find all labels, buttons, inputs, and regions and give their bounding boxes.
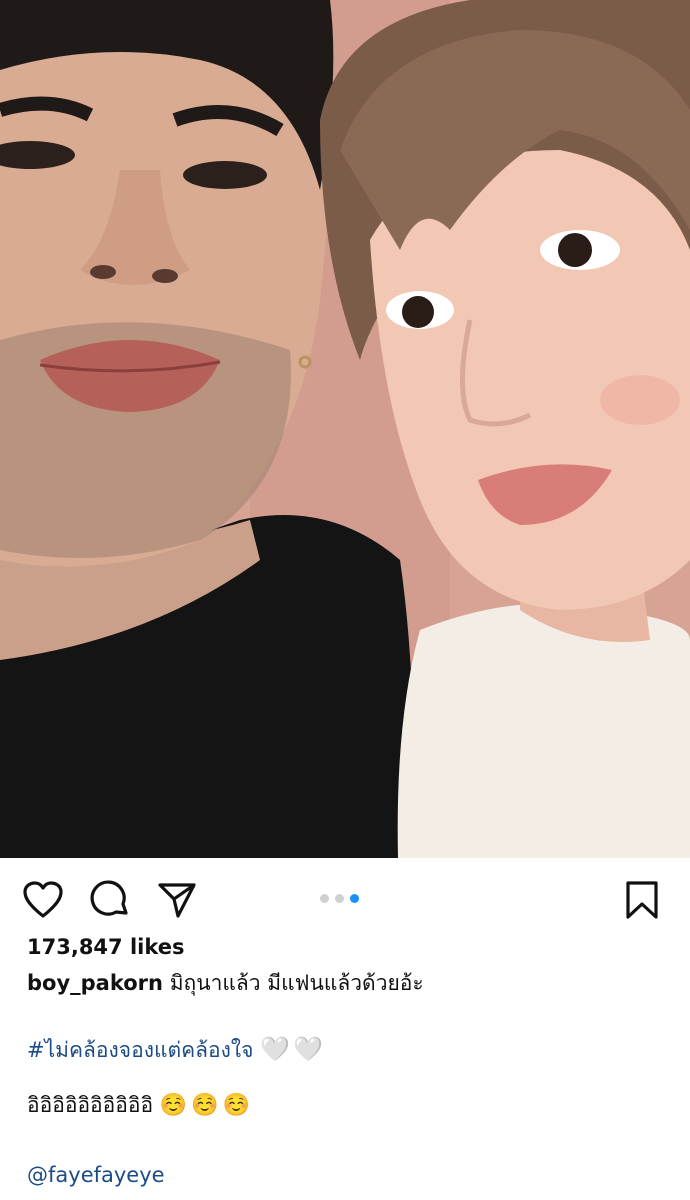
- post-action-bar: [0, 858, 690, 942]
- caption-first-line: boy_pakorn มิถุนาแล้ว มีแฟนแล้วด้วยอ้ะ: [27, 970, 667, 1006]
- post-photo[interactable]: [0, 0, 690, 858]
- author-username[interactable]: boy_pakorn: [27, 971, 163, 995]
- smiling-emojis: ☺️☺️☺️: [159, 1093, 254, 1118]
- caption-text: มิถุนาแล้ว มีแฟนแล้วด้วยอ้ะ: [169, 971, 424, 995]
- heart-icon: [23, 881, 63, 918]
- bookmark-icon: [626, 881, 658, 919]
- post-caption: 173,847 likes boy_pakorn มิถุนาแล้ว มีแฟ…: [27, 934, 667, 1198]
- expression-text: อิอิอิอิอิอิอิอิอิอิ: [27, 1093, 154, 1117]
- comment-button[interactable]: [88, 878, 132, 922]
- comment-icon: [90, 880, 128, 916]
- carousel-dot-active: [350, 894, 359, 903]
- save-button[interactable]: [620, 878, 664, 922]
- likes-count[interactable]: 173,847 likes: [27, 934, 667, 970]
- mention-line: @fayefayeye: [27, 1162, 667, 1198]
- like-button[interactable]: [21, 878, 65, 922]
- carousel-indicator: [320, 894, 359, 903]
- carousel-dot: [320, 894, 329, 903]
- mention-link[interactable]: @fayefayeye: [27, 1163, 165, 1187]
- share-icon: [158, 883, 196, 918]
- share-button[interactable]: [155, 878, 199, 922]
- hashtag-link[interactable]: #ไม่คล้องจองแต่คล้องใจ: [27, 1038, 253, 1062]
- white-heart-emojis: 🤍🤍: [260, 1035, 326, 1063]
- expression-line: อิอิอิอิอิอิอิอิอิอิ ☺️☺️☺️: [27, 1092, 667, 1134]
- carousel-dot: [335, 894, 344, 903]
- post-photo-illustration: [0, 0, 690, 858]
- hashtag-line: #ไม่คล้องจองแต่คล้องใจ 🤍🤍: [27, 1034, 667, 1076]
